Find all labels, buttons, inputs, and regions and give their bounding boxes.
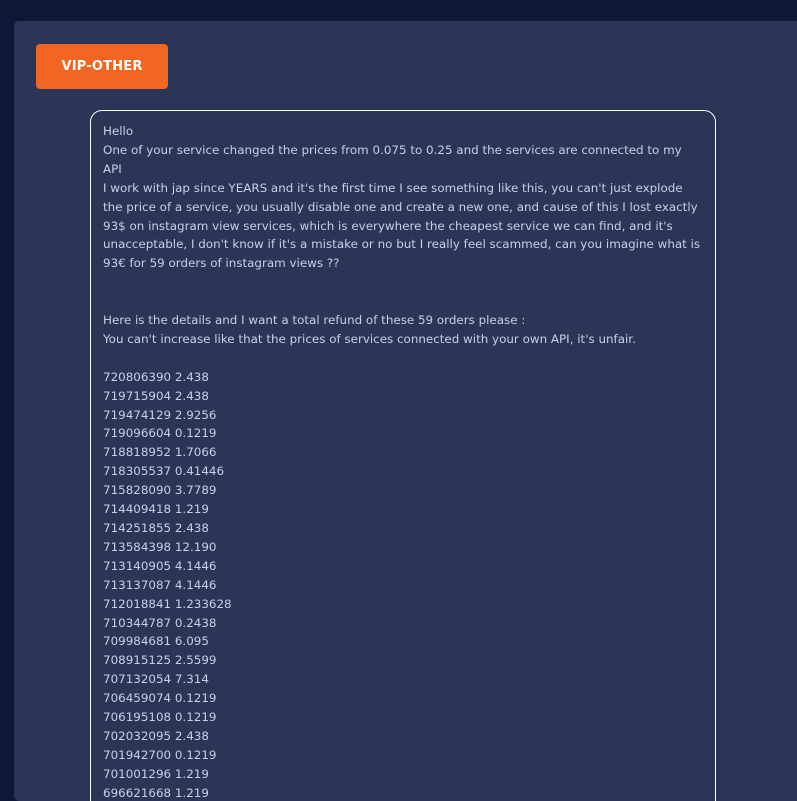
message-paragraph-1: I work with jap since YEARS and it's the…	[103, 180, 701, 271]
order-line: 701001296 1.219	[103, 766, 209, 781]
order-line: 707132054 7.314	[103, 672, 209, 687]
order-line: 718818952 1.7066	[103, 445, 217, 460]
order-line: 706459074 0.1219	[103, 691, 217, 706]
order-line: 702032095 2.438	[103, 728, 209, 743]
order-line: 718305537 0.41446	[103, 464, 225, 479]
order-line: 709984681 6.095	[103, 634, 209, 649]
order-line: 719474129 2.9256	[103, 407, 217, 422]
message-greeting: Hello	[103, 124, 134, 138]
order-line: 710344787 0.2438	[103, 615, 217, 630]
order-line: 714409418 1.219	[103, 502, 209, 517]
order-line: 715828090 3.7789	[103, 483, 217, 498]
orders-list: 720806390 2.438 719715904 2.438 719474129 …	[103, 368, 704, 801]
order-line: 701942700 0.1219	[103, 747, 217, 762]
order-line: 708915125 2.5599	[103, 653, 217, 668]
order-line: 719096604 0.1219	[103, 426, 217, 441]
message-line-1: One of your service changed the prices f…	[103, 142, 682, 176]
order-line: 712018841 1.233628	[103, 596, 232, 611]
order-line: 719715904 2.438	[103, 388, 209, 403]
order-line: 713140905 4.1446	[103, 558, 217, 573]
order-line: 706195108 0.1219	[103, 710, 217, 725]
order-line: 720806390 2.438	[103, 369, 209, 384]
message-line-2: Here is the details and I want a total r…	[103, 313, 526, 328]
order-line: 696621668 1.219	[103, 785, 209, 800]
ticket-message: Hello One of your service changed the pr…	[90, 110, 716, 801]
message-line-3: You can't increase like that the prices …	[103, 331, 636, 346]
ticket-panel: VIP-OTHER Hello One of your service chan…	[14, 21, 797, 801]
order-line: 713584398 12.190	[103, 539, 217, 554]
order-line: 714251855 2.438	[103, 521, 209, 535]
order-line: 713137087 4.1446	[103, 577, 217, 592]
category-badge-button[interactable]: VIP-OTHER	[36, 44, 168, 89]
